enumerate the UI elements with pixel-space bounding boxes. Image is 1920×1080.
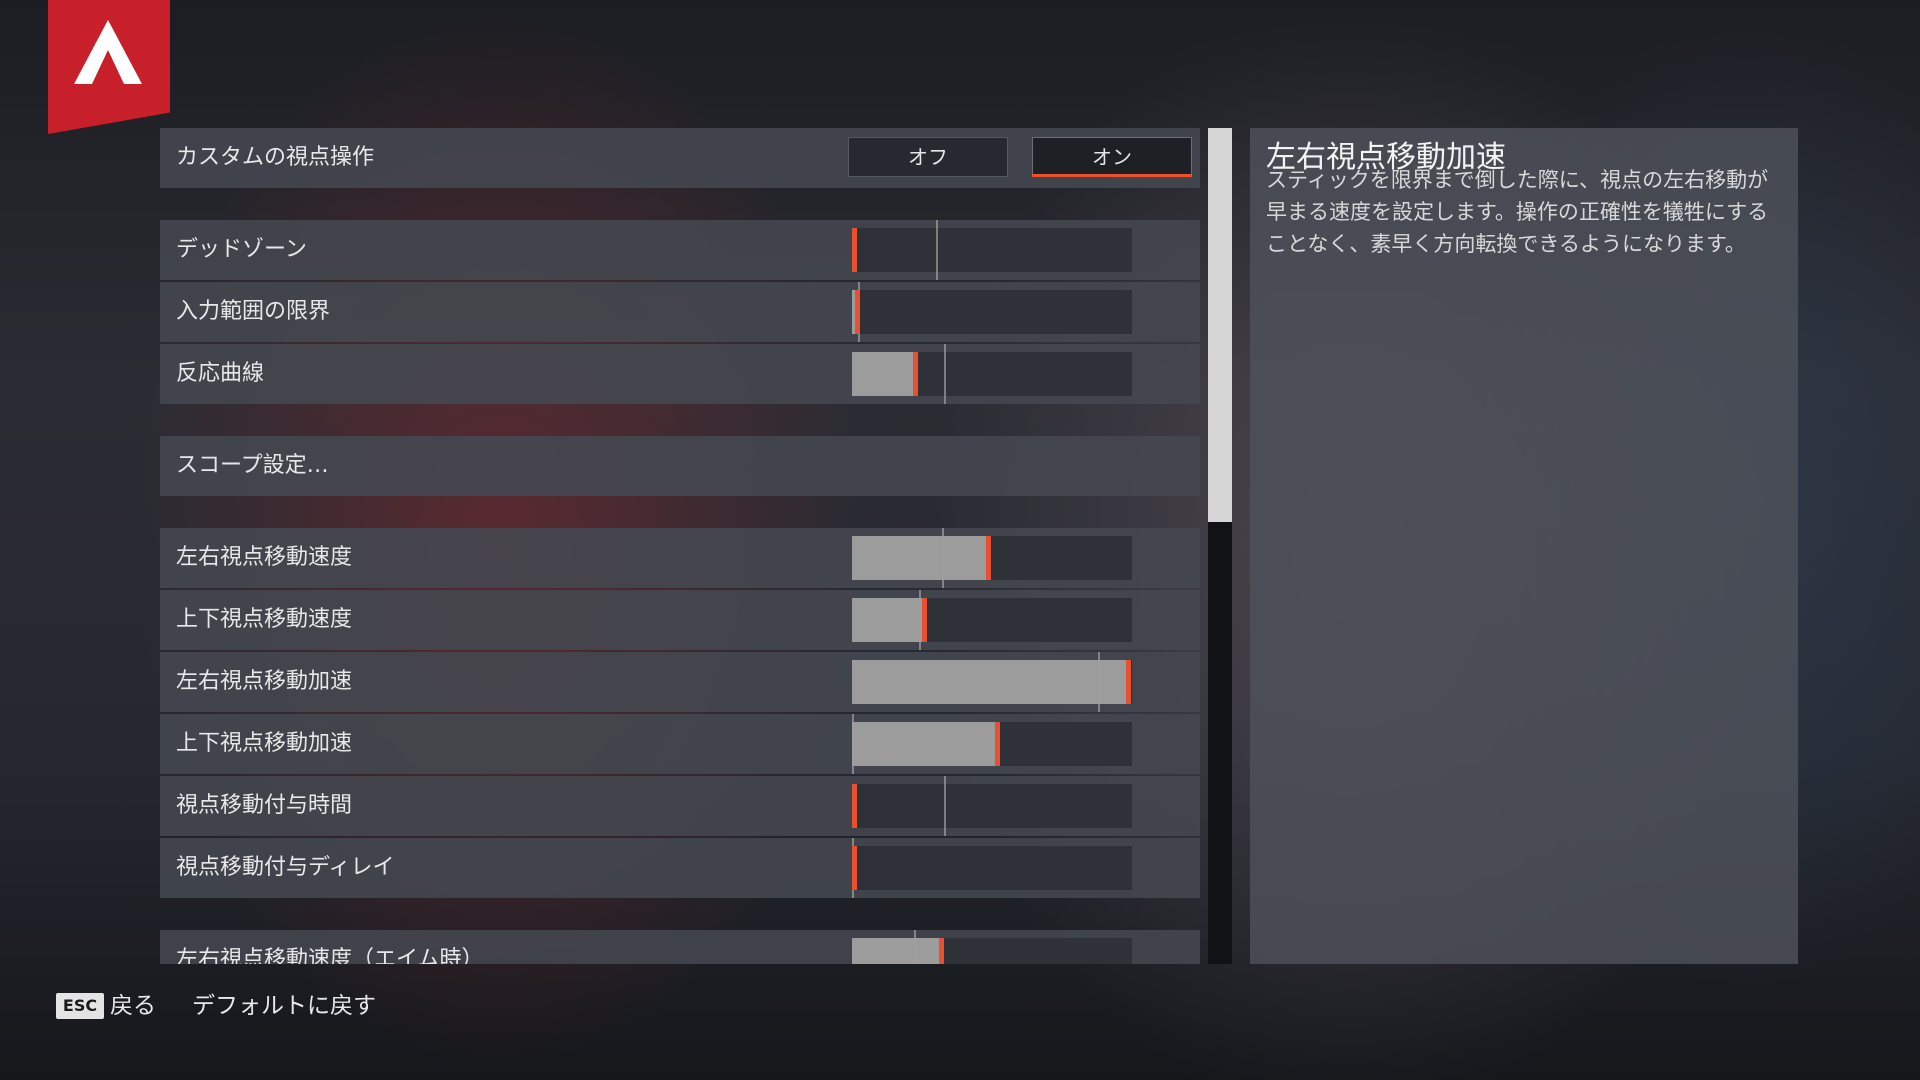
slider-default-marker <box>919 590 921 650</box>
slider-fill <box>852 938 942 964</box>
apex-logo-icon <box>74 20 142 84</box>
toggle-off-button[interactable]: オフ <box>848 137 1008 177</box>
slider-row-pitch-speed[interactable]: 上下視点移動速度 <box>160 590 1200 650</box>
toggle-on-button[interactable]: オン <box>1032 137 1192 177</box>
slider-thumb[interactable] <box>922 598 927 642</box>
slider-track[interactable] <box>852 528 1132 588</box>
slider-label: 左右視点移動速度（エイム時） <box>176 947 484 964</box>
custom-look-row: カスタムの視点操作 オフ オン <box>160 128 1200 188</box>
slider-thumb[interactable] <box>913 352 918 396</box>
scope-settings-row[interactable]: スコープ設定… <box>160 436 1200 496</box>
slider-thumb[interactable] <box>986 536 991 580</box>
slider-track[interactable] <box>852 590 1132 650</box>
slider-thumb[interactable] <box>995 722 1000 766</box>
slider-default-marker <box>914 930 916 964</box>
slider-label: 入力範囲の限界 <box>176 299 331 324</box>
slider-fill <box>852 660 1129 704</box>
slider-label: デッドゾーン <box>176 237 307 262</box>
slider-fill <box>852 352 916 396</box>
slider-default-marker <box>1098 652 1100 712</box>
slider-track[interactable] <box>852 776 1132 836</box>
slider-label: 視点移動付与時間 <box>176 793 353 818</box>
scope-settings-label: スコープ設定… <box>176 453 329 478</box>
slider-label: 上下視点移動加速 <box>176 731 353 756</box>
slider-thumb[interactable] <box>852 846 857 890</box>
slider-track[interactable] <box>852 282 1132 342</box>
slider-row-ramp-time[interactable]: 視点移動付与時間 <box>160 776 1200 836</box>
slider-row-pitch-accel[interactable]: 上下視点移動加速 <box>160 714 1200 774</box>
slider-fill <box>852 536 989 580</box>
slider-row-response-curve[interactable]: 反応曲線 <box>160 344 1200 404</box>
scrollbar-thumb[interactable] <box>1208 128 1232 522</box>
slider-thumb[interactable] <box>852 228 857 272</box>
slider-thumb[interactable] <box>1126 660 1131 704</box>
slider-default-marker <box>942 528 944 588</box>
back-button[interactable]: 戻る <box>110 990 156 1022</box>
reset-default-button[interactable]: デフォルトに戻す <box>192 990 376 1022</box>
slider-default-marker <box>852 714 854 774</box>
custom-look-label: カスタムの視点操作 <box>176 145 375 170</box>
info-panel: 左右視点移動加速 スティックを限界まで倒した際に、視点の左右移動が早まる速度を設… <box>1250 128 1798 964</box>
slider-label: 反応曲線 <box>176 361 265 386</box>
slider-row-input-limit[interactable]: 入力範囲の限界 <box>160 282 1200 342</box>
slider-thumb[interactable] <box>855 290 860 334</box>
slider-default-marker <box>944 344 946 404</box>
slider-label: 上下視点移動速度 <box>176 607 353 632</box>
slider-thumb[interactable] <box>939 938 944 964</box>
slider-row-deadzone[interactable]: デッドゾーン <box>160 220 1200 280</box>
slider-track[interactable] <box>852 838 1132 898</box>
slider-label: 視点移動付与ディレイ <box>176 855 395 880</box>
apex-logo <box>48 0 170 134</box>
slider-track[interactable] <box>852 930 1132 964</box>
slider-row-yaw-accel[interactable]: 左右視点移動加速 <box>160 652 1200 712</box>
slider-row-ramp-delay[interactable]: 視点移動付与ディレイ <box>160 838 1200 898</box>
settings-list: カスタムの視点操作 オフ オン デッドゾーン 入力範囲の限界 反応曲線 スコープ… <box>160 128 1200 964</box>
slider-row-ads-yaw-speed[interactable]: 左右視点移動速度（エイム時） <box>160 930 1200 964</box>
slider-fill <box>852 722 998 766</box>
slider-thumb[interactable] <box>852 784 857 828</box>
slider-label: 左右視点移動速度 <box>176 545 353 570</box>
slider-track[interactable] <box>852 344 1132 404</box>
slider-row-yaw-speed[interactable]: 左右視点移動速度 <box>160 528 1200 588</box>
esc-key-icon[interactable]: ESC <box>56 993 104 1019</box>
info-description: スティックを限界まで倒した際に、視点の左右移動が早まる速度を設定します。操作の正… <box>1266 168 1769 256</box>
slider-default-marker <box>936 220 938 280</box>
slider-track[interactable] <box>852 652 1132 712</box>
slider-fill <box>852 598 925 642</box>
slider-label: 左右視点移動加速 <box>176 669 353 694</box>
slider-default-marker <box>944 776 946 836</box>
slider-track[interactable] <box>852 220 1132 280</box>
slider-track[interactable] <box>852 714 1132 774</box>
